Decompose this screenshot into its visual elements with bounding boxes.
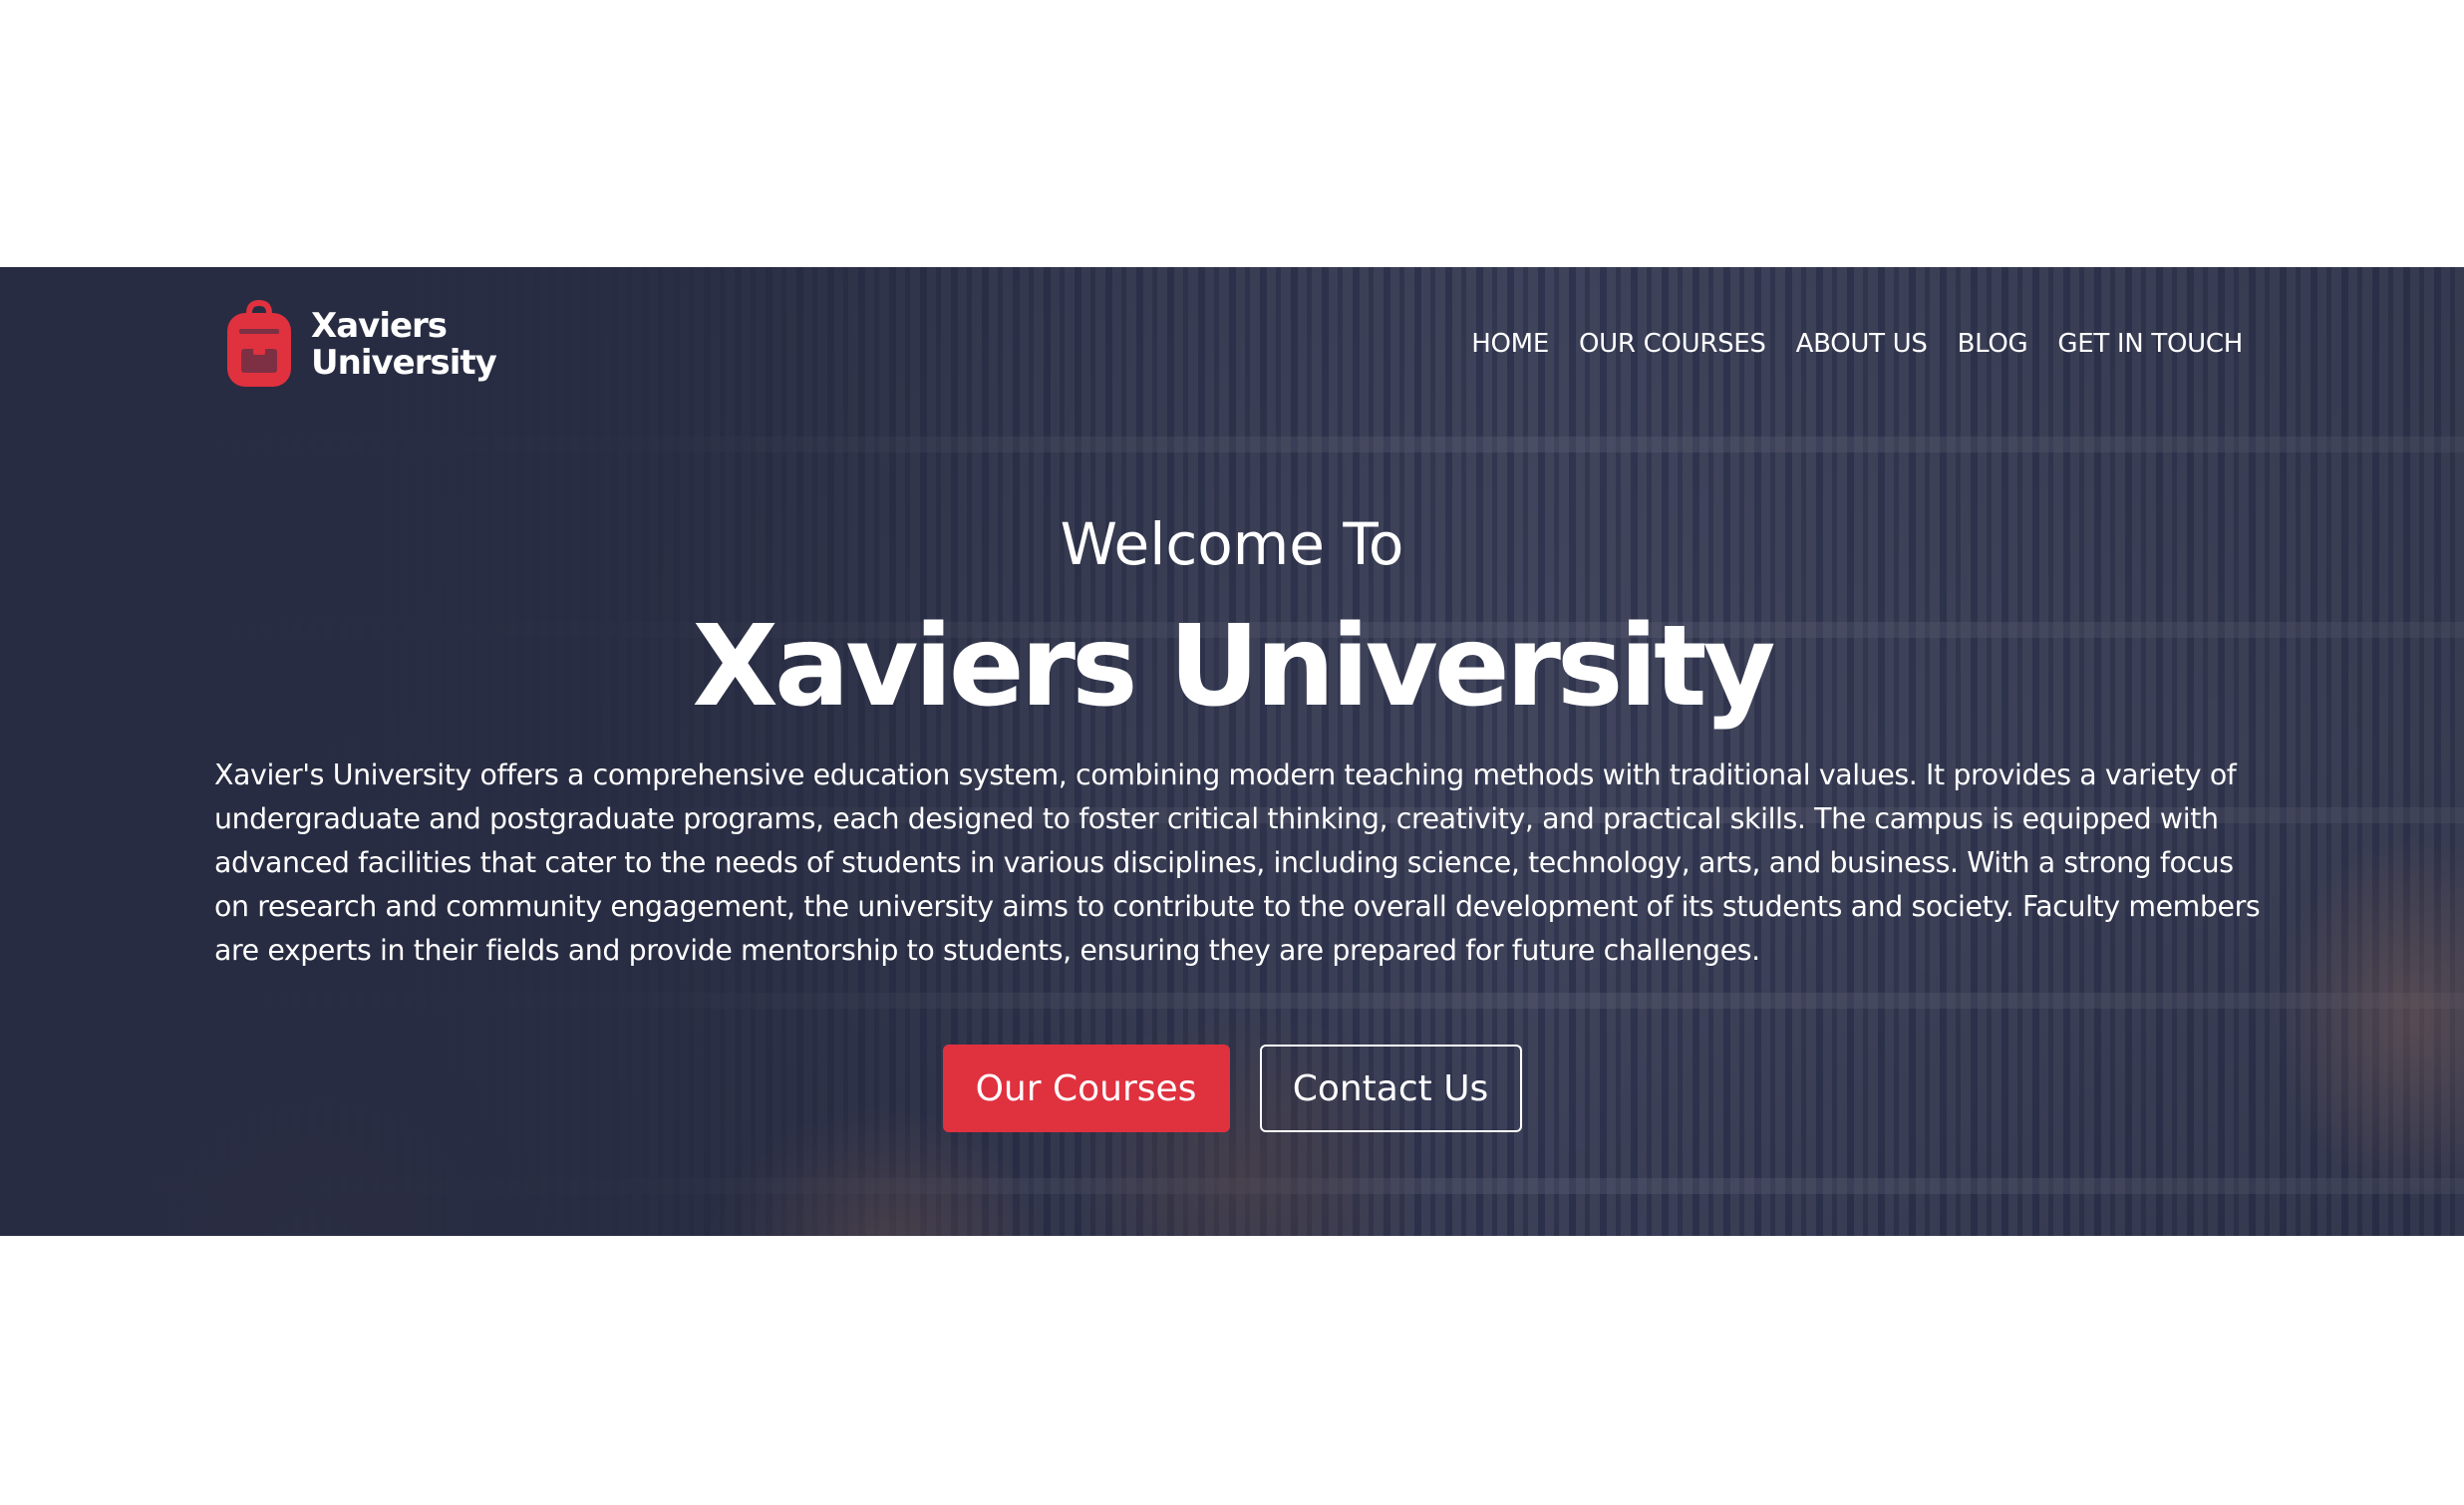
nav-item-about-us[interactable]: ABOUT US <box>1796 329 1928 359</box>
backpack-icon <box>227 299 291 387</box>
nav-item-blog[interactable]: BLOG <box>1958 329 2028 359</box>
hero-buttons: Our Courses Contact Us <box>0 1045 2464 1132</box>
site-logo[interactable]: Xaviers University <box>223 299 497 391</box>
our-courses-button[interactable]: Our Courses <box>942 1045 1230 1132</box>
nav-item-home[interactable]: HOME <box>1471 329 1549 359</box>
nav-item-get-in-touch[interactable]: GET IN TOUCH <box>2057 329 2243 359</box>
page: Xaviers University HOME OUR COURSES ABOU… <box>0 0 2464 1505</box>
hero-description: Xavier's University offers a comprehensi… <box>214 758 2261 967</box>
brand-name-line2: University <box>311 343 497 383</box>
hero-welcome-text: Welcome To <box>1060 510 1404 578</box>
contact-us-button[interactable]: Contact Us <box>1259 1045 1522 1132</box>
nav-item-our-courses[interactable]: OUR COURSES <box>1579 329 1766 359</box>
main-nav: HOME OUR COURSES ABOUT US BLOG GET IN TO… <box>1471 329 2243 359</box>
hero-title: Xaviers University <box>692 602 1775 732</box>
brand-name-line1: Xaviers <box>311 306 448 346</box>
brand-name: Xaviers University <box>311 306 497 383</box>
